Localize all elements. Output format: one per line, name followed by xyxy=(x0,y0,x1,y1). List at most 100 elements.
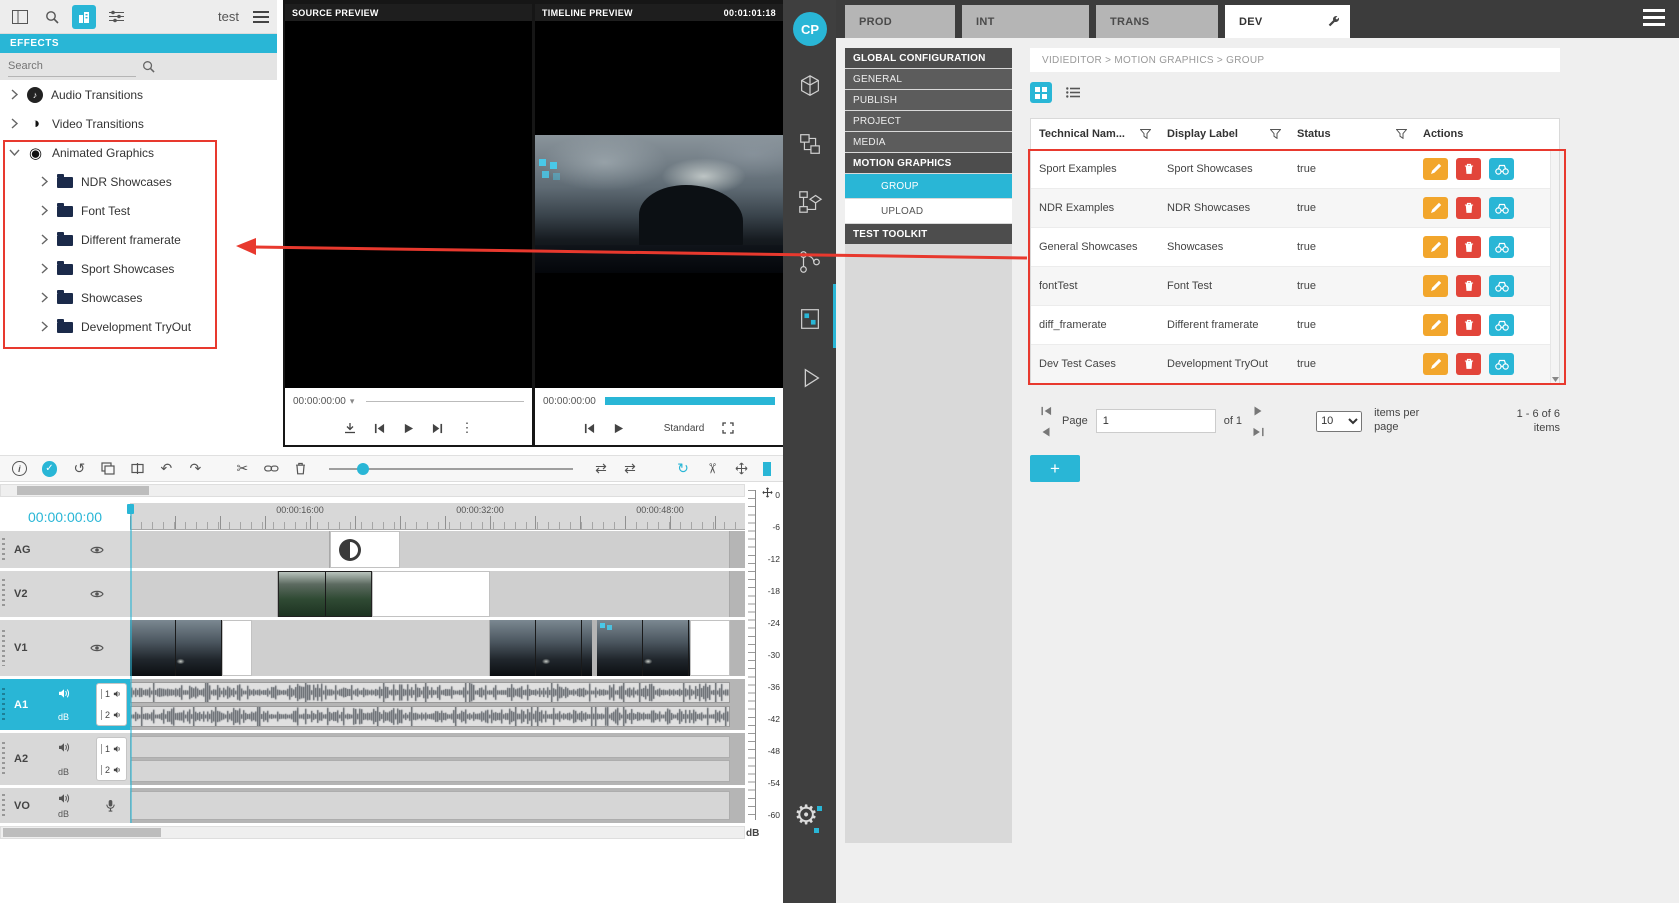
delete-button[interactable] xyxy=(1456,236,1481,258)
search-icon[interactable] xyxy=(40,5,64,29)
consolidate-icon[interactable] xyxy=(101,462,115,475)
delete-button[interactable] xyxy=(1456,314,1481,336)
first-page-button[interactable] xyxy=(1039,405,1053,417)
track-a1-header[interactable]: A1 dB 1 2 xyxy=(0,679,130,730)
page-size-select[interactable]: 10 xyxy=(1316,411,1362,432)
table-row[interactable]: Dev Test Cases Development TryOut true xyxy=(1031,345,1559,384)
db-label[interactable]: dB xyxy=(58,809,69,819)
config-nav-item[interactable]: PROJECT xyxy=(845,111,1012,131)
speaker-icon[interactable] xyxy=(58,793,70,804)
speaker-icon[interactable] xyxy=(58,688,70,699)
source-seek-bar[interactable] xyxy=(366,401,524,402)
tree-child-item[interactable]: Showcases xyxy=(0,283,277,312)
clip[interactable] xyxy=(252,620,490,676)
channel-2[interactable]: 2 xyxy=(101,765,126,775)
delete-button[interactable] xyxy=(1456,275,1481,297)
more-options-icon[interactable]: ⋮ xyxy=(461,420,474,436)
zoom-slider-thumb[interactable] xyxy=(357,463,369,475)
drag-handle[interactable] xyxy=(2,630,5,666)
edit-button[interactable] xyxy=(1423,158,1448,180)
track-v2-header[interactable]: V2 xyxy=(0,571,130,617)
filter-funnel-icon[interactable] xyxy=(1396,129,1407,139)
delete-button[interactable] xyxy=(1456,353,1481,375)
skip-back-icon[interactable] xyxy=(374,423,385,434)
view-button[interactable] xyxy=(1489,197,1514,219)
fullscreen-icon[interactable] xyxy=(722,422,734,434)
environment-tab[interactable]: TRANS xyxy=(1096,5,1218,38)
visibility-eye-icon[interactable] xyxy=(90,545,104,555)
drag-handle[interactable] xyxy=(2,538,5,562)
move-tool-icon[interactable] xyxy=(734,462,748,475)
table-header-cell[interactable]: Actions xyxy=(1415,119,1559,149)
panels-layout-icon[interactable] xyxy=(8,5,32,29)
clip[interactable] xyxy=(130,571,278,617)
next-page-button[interactable] xyxy=(1251,405,1265,417)
panel-handle[interactable] xyxy=(763,462,771,476)
tree-child-item[interactable]: Sport Showcases xyxy=(0,254,277,283)
filter-settings-icon[interactable] xyxy=(104,5,128,29)
edit-button[interactable] xyxy=(1423,314,1448,336)
previous-page-button[interactable] xyxy=(1039,426,1053,438)
table-row[interactable]: Sport Examples Sport Showcases true xyxy=(1031,150,1559,189)
scrollbar-thumb[interactable] xyxy=(3,828,161,837)
track-vo-header[interactable]: VO dB xyxy=(0,788,130,823)
audio-clip[interactable] xyxy=(130,736,730,758)
table-header-cell[interactable]: Display Label xyxy=(1159,119,1289,149)
environment-tab[interactable]: DEV xyxy=(1225,5,1350,38)
admin-menu-icon[interactable] xyxy=(1643,9,1665,26)
table-header-cell[interactable]: Technical Nam... xyxy=(1031,119,1159,149)
config-nav-item[interactable]: TEST TOOLKIT xyxy=(845,224,1012,244)
track-a2-header[interactable]: A2 dB 1 2 xyxy=(0,733,130,785)
audio-clip[interactable] xyxy=(130,791,730,820)
delete-button[interactable] xyxy=(1456,197,1481,219)
history-icon[interactable]: ↺ xyxy=(72,460,86,477)
visibility-eye-icon[interactable] xyxy=(90,589,104,599)
refresh-icon[interactable]: ↻ xyxy=(676,460,690,477)
table-header-cell[interactable]: Status xyxy=(1289,119,1415,149)
search-icon[interactable] xyxy=(142,60,155,73)
view-button[interactable] xyxy=(1489,158,1514,180)
clip[interactable] xyxy=(222,620,252,676)
workflow-icon[interactable] xyxy=(796,188,824,216)
environment-tab[interactable]: PROD xyxy=(845,5,955,38)
edit-button[interactable] xyxy=(1423,236,1448,258)
play-icon[interactable] xyxy=(403,423,414,434)
edit-button[interactable] xyxy=(1423,197,1448,219)
drag-handle[interactable] xyxy=(2,579,5,608)
config-nav-item[interactable]: PUBLISH xyxy=(845,90,1012,110)
timeline-hscrollbar-top[interactable] xyxy=(0,484,745,497)
timecode-dropdown-icon[interactable]: ▾ xyxy=(350,396,355,407)
db-label[interactable]: dB xyxy=(58,712,69,722)
last-page-button[interactable] xyxy=(1251,426,1265,438)
config-nav-item[interactable]: GROUP xyxy=(845,174,1012,198)
autosave-check-icon[interactable]: ✓ xyxy=(42,461,58,477)
tree-child-item[interactable]: Font Test xyxy=(0,196,277,225)
editor-menu-icon[interactable] xyxy=(253,11,269,23)
scroll-down-arrow[interactable] xyxy=(1552,377,1559,382)
split-view-icon[interactable] xyxy=(130,462,144,475)
razor-icon[interactable]: ✂ xyxy=(704,462,721,476)
list-view-button[interactable] xyxy=(1062,82,1084,103)
track-ag-header[interactable]: AG xyxy=(0,531,130,568)
table-row[interactable]: fontTest Font Test true xyxy=(1031,267,1559,306)
edit-button[interactable] xyxy=(1423,353,1448,375)
timeline-zoom-slider[interactable] xyxy=(329,468,573,470)
tree-group-item[interactable]: ◑ Video Transitions xyxy=(0,109,277,138)
settings-gear-icon[interactable]: ⚙ xyxy=(794,802,818,829)
config-nav-item[interactable]: GENERAL xyxy=(845,69,1012,89)
config-nav-item[interactable]: MEDIA xyxy=(845,132,1012,152)
add-group-button[interactable]: + xyxy=(1030,455,1080,482)
clip[interactable] xyxy=(490,571,730,617)
assets-cube-icon[interactable] xyxy=(796,72,824,100)
organization-icon[interactable] xyxy=(72,5,96,29)
user-avatar[interactable]: CP xyxy=(793,12,827,46)
unlink-icon[interactable] xyxy=(264,464,279,473)
timeline-hscrollbar-bottom[interactable] xyxy=(0,826,745,839)
branch-icon[interactable] xyxy=(796,248,824,276)
track-v1-header[interactable]: V1 xyxy=(0,620,130,676)
microphone-icon[interactable] xyxy=(105,799,116,813)
filter-funnel-icon[interactable] xyxy=(1140,129,1151,139)
config-nav-item[interactable]: GLOBAL CONFIGURATION xyxy=(845,48,1012,68)
db-label[interactable]: dB xyxy=(58,767,69,777)
grid-view-button[interactable] xyxy=(1030,82,1052,103)
